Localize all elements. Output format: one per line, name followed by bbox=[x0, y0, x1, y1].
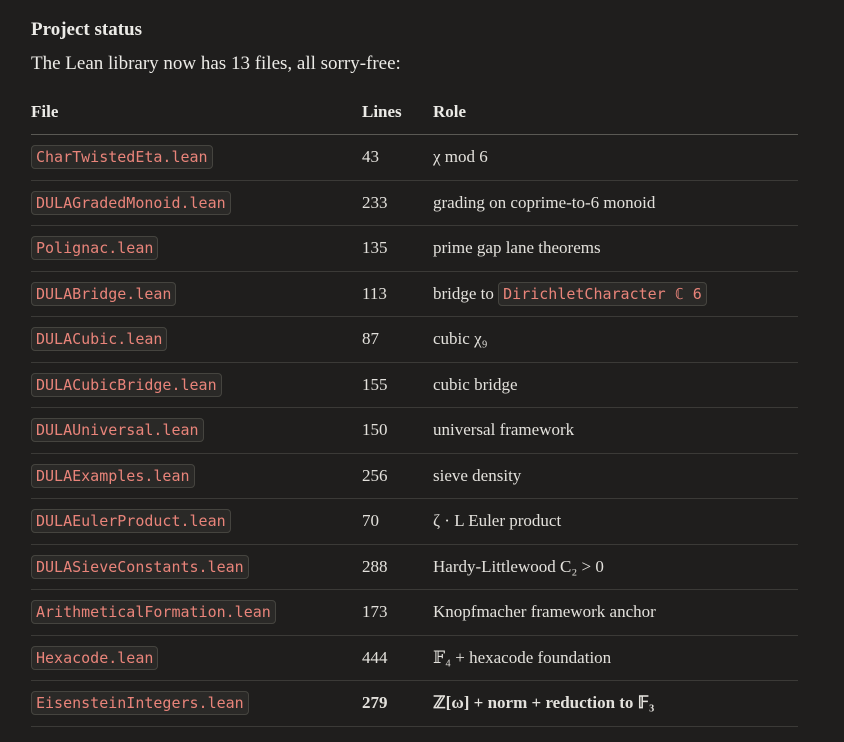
section-heading: Project status bbox=[31, 19, 142, 40]
table-row: DULAExamples.lean 256 sieve density bbox=[31, 453, 798, 499]
file-cell: DULAUniversal.lean bbox=[31, 407, 362, 454]
header-row: File Lines Role bbox=[31, 90, 798, 135]
role-cell: sieve density bbox=[433, 453, 798, 499]
file-name-code: Hexacode.lean bbox=[31, 645, 159, 670]
file-name-code: DULASieveConstants.lean bbox=[31, 554, 249, 579]
file-cell: EisensteinIntegers.lean bbox=[31, 680, 362, 727]
table-row: ArithmeticalFormation.lean 173 Knopfmacher… bbox=[31, 589, 798, 636]
lines-cell: 135 bbox=[362, 225, 433, 272]
file-cell: DULACubicBridge.lean bbox=[31, 362, 362, 408]
lines-cell: 279 bbox=[362, 680, 433, 727]
table-row: Polignac.lean 135 prime gap lane theorems bbox=[31, 225, 798, 272]
table-row: DULAGradedMonoid.lean 233 grading on copri… bbox=[31, 180, 798, 226]
role-cell: cubic χ₉ bbox=[433, 316, 798, 363]
table-row: EisensteinIntegers.lean 279 ℤ[ω] + norm + … bbox=[31, 680, 798, 727]
column-header-lines: Lines bbox=[362, 90, 433, 135]
file-cell: Hexacode.lean bbox=[31, 635, 362, 681]
file-name-code: DULAEulerProduct.lean bbox=[31, 509, 231, 534]
lines-cell: 43 bbox=[362, 134, 433, 181]
files-table: File Lines Role CharTwistedEta.lean 43 χ m… bbox=[31, 90, 798, 727]
file-name-code: Polignac.lean bbox=[31, 236, 159, 261]
role-code: DirichletCharacter ℂ 6 bbox=[498, 281, 707, 306]
table-row: CharTwistedEta.lean 43 χ mod 6 bbox=[31, 134, 798, 181]
table-row: DULACubic.lean 87 cubic χ₉ bbox=[31, 316, 798, 363]
lines-cell: 113 bbox=[362, 271, 433, 317]
role-cell: Knopfmacher framework anchor bbox=[433, 589, 798, 636]
table-row: Hexacode.lean 444 𝔽₄ + hexacode foundation bbox=[31, 635, 798, 681]
role-text: bridge to bbox=[433, 283, 499, 303]
lines-cell: 70 bbox=[362, 498, 433, 545]
file-cell: DULABridge.lean bbox=[31, 271, 362, 317]
role-cell: cubic bridge bbox=[433, 362, 798, 408]
role-cell: bridge to DirichletCharacter ℂ 6 bbox=[433, 271, 798, 317]
lines-cell: 173 bbox=[362, 589, 433, 636]
file-name-code: DULACubicBridge.lean bbox=[31, 372, 222, 397]
file-name-code: DULAUniversal.lean bbox=[31, 418, 204, 443]
file-name-code: DULACubic.lean bbox=[31, 327, 168, 352]
file-name-code: ArithmeticalFormation.lean bbox=[31, 600, 276, 625]
file-cell: ArithmeticalFormation.lean bbox=[31, 589, 362, 636]
role-cell: grading on coprime-to-6 monoid bbox=[433, 180, 798, 226]
file-name-code: DULAExamples.lean bbox=[31, 463, 195, 488]
lines-cell: 444 bbox=[362, 635, 433, 681]
table-row: DULACubicBridge.lean 155 cubic bridge bbox=[31, 362, 798, 408]
role-cell: ζ · L Euler product bbox=[433, 498, 798, 545]
table-row: DULAUniversal.lean 150 universal framework bbox=[31, 407, 798, 454]
lines-cell: 150 bbox=[362, 407, 433, 454]
lines-cell: 256 bbox=[362, 453, 433, 499]
table-header: File Lines Role bbox=[31, 90, 798, 135]
file-name-code: CharTwistedEta.lean bbox=[31, 145, 213, 170]
column-header-role: Role bbox=[433, 90, 798, 135]
lines-cell: 87 bbox=[362, 316, 433, 363]
role-cell: ℤ[ω] + norm + reduction to 𝔽₃ bbox=[433, 680, 798, 727]
role-cell: χ mod 6 bbox=[433, 134, 798, 181]
role-cell: 𝔽₄ + hexacode foundation bbox=[433, 635, 798, 681]
file-name-code: DULABridge.lean bbox=[31, 281, 177, 306]
file-cell: DULAEulerProduct.lean bbox=[31, 498, 362, 545]
file-cell: CharTwistedEta.lean bbox=[31, 134, 362, 181]
role-cell: Hardy-Littlewood C₂ > 0 bbox=[433, 544, 798, 590]
file-cell: Polignac.lean bbox=[31, 225, 362, 272]
table-row: DULASieveConstants.lean 288 Hardy-Littlewo… bbox=[31, 544, 798, 590]
role-cell: universal framework bbox=[433, 407, 798, 454]
column-header-file: File bbox=[31, 90, 362, 135]
lines-cell: 233 bbox=[362, 180, 433, 226]
intro-text: The Lean library now has 13 files, all s… bbox=[31, 53, 401, 74]
table-row: DULAEulerProduct.lean 70 ζ · L Euler produ… bbox=[31, 498, 798, 545]
message-content: Project status The Lean library now has … bbox=[0, 0, 844, 727]
file-cell: DULAExamples.lean bbox=[31, 453, 362, 499]
file-cell: DULACubic.lean bbox=[31, 316, 362, 363]
table-row: DULABridge.lean 113 bridge to DirichletCha… bbox=[31, 271, 798, 317]
lines-cell: 288 bbox=[362, 544, 433, 590]
file-name-code: EisensteinIntegers.lean bbox=[31, 691, 249, 716]
file-name-code: DULAGradedMonoid.lean bbox=[31, 190, 231, 215]
role-cell: prime gap lane theorems bbox=[433, 225, 798, 272]
file-cell: DULAGradedMonoid.lean bbox=[31, 180, 362, 226]
lines-cell: 155 bbox=[362, 362, 433, 408]
table-body: CharTwistedEta.lean 43 χ mod 6 DULAGradedMo… bbox=[31, 134, 798, 727]
file-cell: DULASieveConstants.lean bbox=[31, 544, 362, 590]
